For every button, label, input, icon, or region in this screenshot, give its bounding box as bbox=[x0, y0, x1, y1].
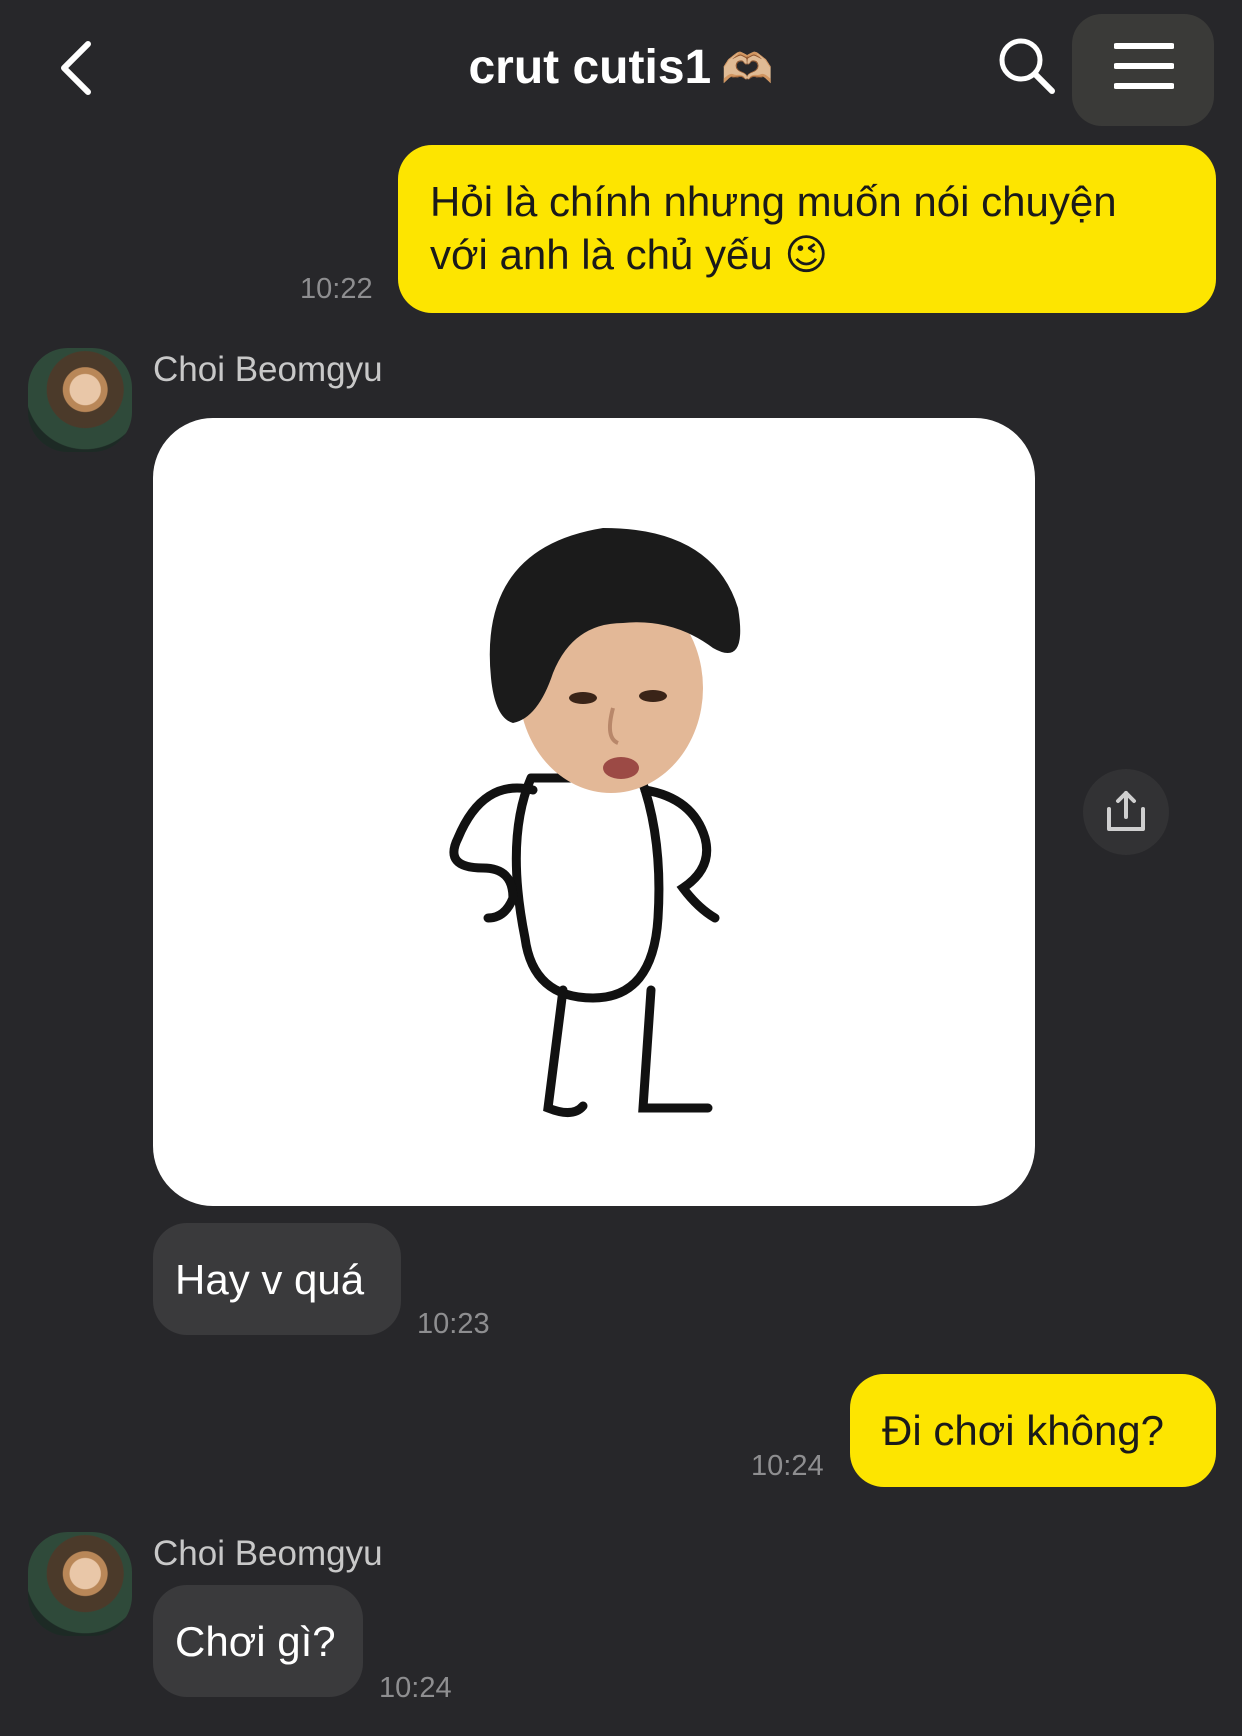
stick-figure-sticker bbox=[449, 528, 741, 1117]
message-text: Chơi gì? bbox=[175, 1618, 336, 1665]
their-message-bubble[interactable]: Hay v quá bbox=[153, 1223, 401, 1335]
message-time: 10:24 bbox=[379, 1672, 452, 1704]
menu-button[interactable] bbox=[1072, 14, 1214, 126]
search-icon bbox=[999, 38, 1055, 94]
message-text-line: với anh là chủ yếu 😉 bbox=[430, 231, 829, 278]
avatar[interactable] bbox=[28, 348, 132, 452]
sender-name: Choi Beomgyu bbox=[153, 350, 383, 389]
avatar[interactable] bbox=[28, 1532, 132, 1636]
share-button[interactable] bbox=[1083, 769, 1169, 855]
my-message-bubble[interactable]: Hỏi là chính nhưng muốn nói chuyện với a… bbox=[398, 145, 1216, 313]
their-message-bubble[interactable]: Chơi gì? bbox=[153, 1585, 363, 1697]
share-icon bbox=[1107, 791, 1145, 831]
message-text: Hay v quá bbox=[175, 1256, 365, 1303]
sticker-message[interactable] bbox=[153, 418, 1035, 1206]
message-time: 10:23 bbox=[417, 1308, 490, 1340]
message-text-line: Hỏi là chính nhưng muốn nói chuyện bbox=[430, 178, 1117, 225]
message-time: 10:22 bbox=[300, 273, 373, 305]
search-button[interactable] bbox=[995, 34, 1057, 96]
chat-title: crut cutis1 bbox=[468, 41, 712, 94]
sender-name: Choi Beomgyu bbox=[153, 1534, 383, 1573]
menu-icon bbox=[1114, 43, 1174, 89]
message-text: Đi chơi không? bbox=[882, 1407, 1165, 1454]
heart-hands-emoji: 🫶🏼 bbox=[721, 45, 774, 92]
message-time: 10:24 bbox=[751, 1450, 824, 1482]
my-message-bubble[interactable]: Đi chơi không? bbox=[850, 1374, 1216, 1487]
